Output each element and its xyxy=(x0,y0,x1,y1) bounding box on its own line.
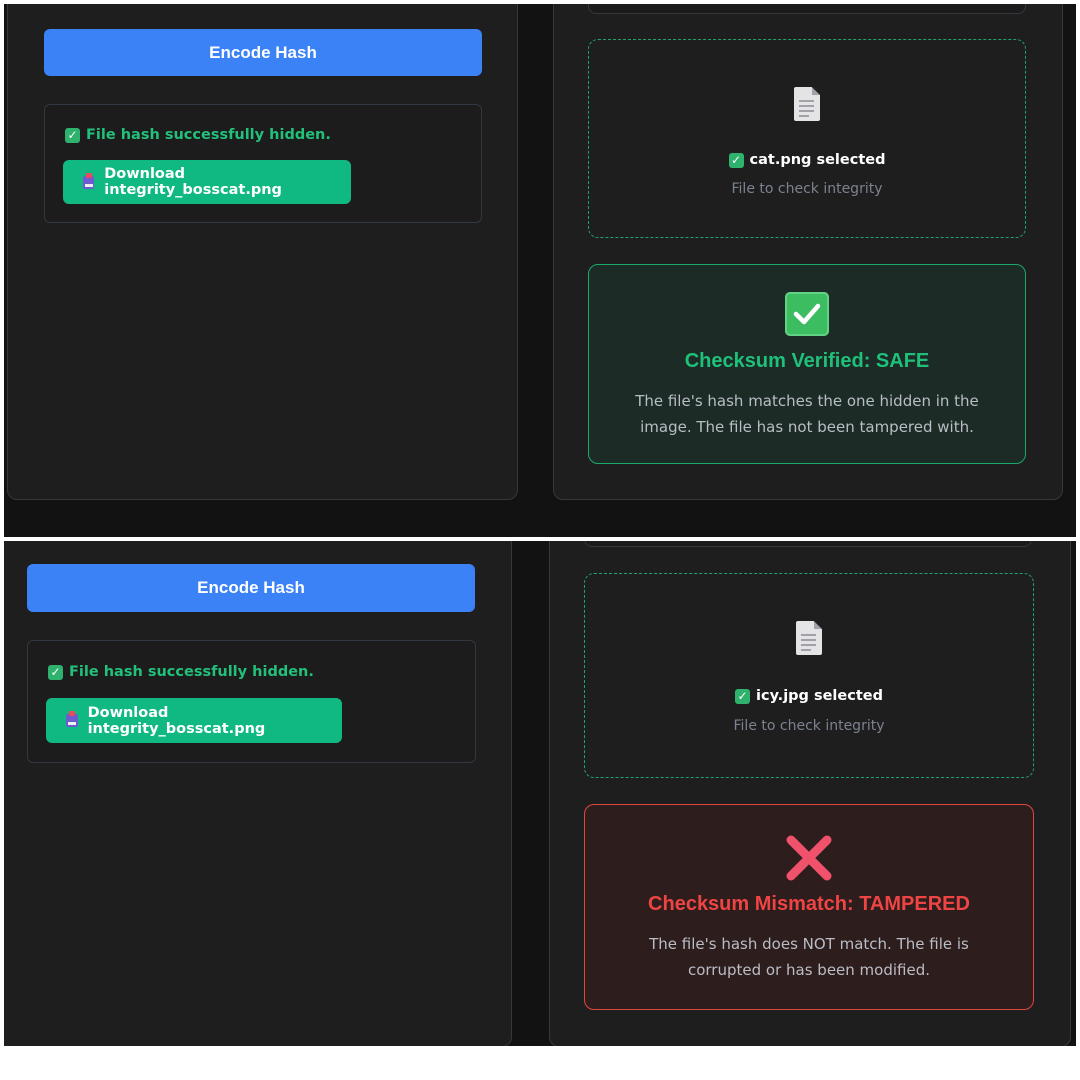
cross-mark-icon xyxy=(784,833,834,883)
result-desc-line: The file's hash does NOT match. The file… xyxy=(649,935,969,953)
drop-hint: File to check integrity xyxy=(733,718,885,734)
encode-panel xyxy=(4,541,512,1046)
check-box-icon: ✓ xyxy=(48,664,63,680)
result-desc-line: The file's hash matches the one hidden i… xyxy=(635,392,979,410)
screenshot-safe: Encode Hash ✓ File hash successfully hid… xyxy=(4,4,1076,537)
previous-card xyxy=(588,4,1026,14)
check-box-icon: ✓ xyxy=(735,688,750,704)
file-drop-zone[interactable]: ✓ cat.png selected File to check integri… xyxy=(588,39,1026,238)
drop-hint: File to check integrity xyxy=(731,181,883,197)
inbox-tray-icon xyxy=(66,711,78,727)
document-icon xyxy=(796,621,822,655)
result-title: Checksum Verified: SAFE xyxy=(684,350,930,372)
check-box-icon: ✓ xyxy=(65,127,80,143)
selected-file-name: cat.png selected xyxy=(749,152,886,168)
result-desc-line: image. The file has not been tampered wi… xyxy=(640,418,974,436)
success-text: File hash successfully hidden. xyxy=(69,664,314,680)
selected-file: ✓ cat.png selected xyxy=(589,152,1025,168)
previous-card xyxy=(584,541,1032,547)
encode-hash-button[interactable]: Encode Hash xyxy=(44,29,482,76)
selected-file: ✓ icy.jpg selected xyxy=(585,688,1033,704)
screenshot-tampered: Encode Hash ✓ File hash successfully hid… xyxy=(4,541,1076,1046)
encode-panel xyxy=(7,4,518,500)
download-button[interactable]: Download integrity_bosscat.png xyxy=(63,160,351,204)
download-label: Download integrity_bosscat.png xyxy=(104,166,282,198)
success-text: File hash successfully hidden. xyxy=(86,127,331,143)
encode-hash-button[interactable]: Encode Hash xyxy=(27,564,475,612)
result-card-tampered: Checksum Mismatch: TAMPERED The file's h… xyxy=(584,804,1034,1010)
encode-result-box: ✓ File hash successfully hidden. Downloa… xyxy=(27,640,476,763)
white-check-mark-icon xyxy=(785,292,829,336)
result-description: The file's hash matches the one hidden i… xyxy=(629,388,985,440)
encode-result-box: ✓ File hash successfully hidden. Downloa… xyxy=(44,104,482,223)
result-description: The file's hash does NOT match. The file… xyxy=(625,931,993,983)
inbox-tray-icon xyxy=(83,172,95,189)
download-button[interactable]: Download integrity_bosscat.png xyxy=(46,698,342,743)
result-card-safe: Checksum Verified: SAFE The file's hash … xyxy=(588,264,1026,464)
success-message: ✓ File hash successfully hidden. xyxy=(48,664,314,680)
success-message: ✓ File hash successfully hidden. xyxy=(65,127,331,143)
check-box-icon: ✓ xyxy=(728,152,744,168)
document-icon xyxy=(794,87,820,121)
selected-file-name: icy.jpg selected xyxy=(756,688,883,704)
file-drop-zone[interactable]: ✓ icy.jpg selected File to check integri… xyxy=(584,573,1034,778)
result-title: Checksum Mismatch: TAMPERED xyxy=(648,893,970,915)
download-label: Download integrity_bosscat.png xyxy=(87,704,266,737)
result-desc-line: corrupted or has been modified. xyxy=(687,961,930,979)
